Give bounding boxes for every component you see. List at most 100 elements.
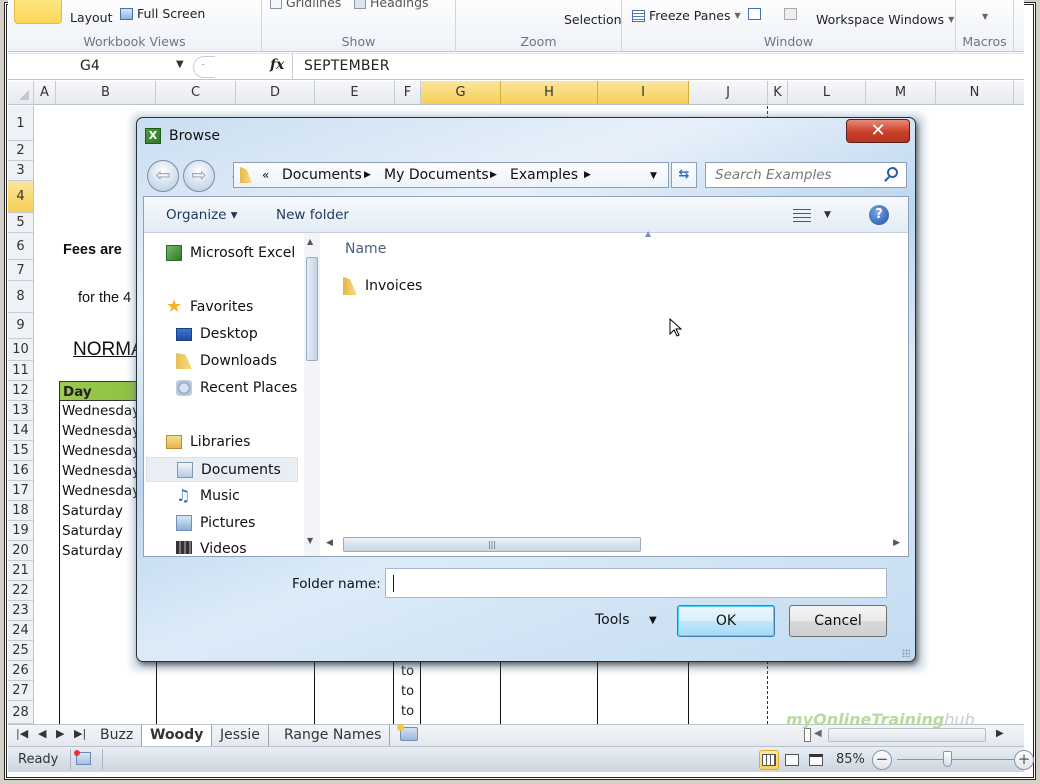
- column-header-b[interactable]: B: [56, 81, 156, 104]
- resize-grip[interactable]: [902, 649, 910, 657]
- normal-view-button[interactable]: [14, 0, 62, 24]
- address-bar[interactable]: « Documents ▶ My Documents ▶ Examples ▶ …: [233, 162, 669, 188]
- row-header-15[interactable]: 15: [8, 441, 34, 461]
- column-header-h[interactable]: H: [501, 81, 598, 104]
- row-header-23[interactable]: 23: [8, 601, 34, 621]
- row-header-3[interactable]: 3: [8, 161, 34, 181]
- scrollbar-thumb[interactable]: [306, 257, 318, 361]
- select-all-button[interactable]: [8, 81, 34, 104]
- zoom-to-selection-button[interactable]: Selection: [564, 12, 622, 27]
- sheet-tab-range-names[interactable]: Range Names: [276, 725, 391, 746]
- name-box-dropdown-icon[interactable]: ▼: [176, 59, 184, 70]
- row-header-26[interactable]: 26: [8, 661, 34, 681]
- scrollbar-thumb[interactable]: |||: [343, 537, 641, 552]
- full-screen-button[interactable]: Full Screen: [120, 6, 205, 21]
- tools-dropdown-icon[interactable]: ▼: [649, 615, 657, 626]
- folder-name-input[interactable]: [385, 568, 887, 598]
- zoom-in-button[interactable]: +: [1014, 750, 1034, 770]
- row-header-7[interactable]: 7: [8, 260, 34, 281]
- row-header-28[interactable]: 28: [8, 701, 34, 724]
- column-header-d[interactable]: D: [236, 81, 315, 104]
- breadcrumb-arrow-icon[interactable]: ▶: [364, 170, 371, 180]
- column-header-m[interactable]: M: [866, 81, 936, 104]
- forward-button[interactable]: ⇨: [183, 160, 215, 192]
- nav-item-documents[interactable]: Documents: [146, 457, 298, 482]
- macro-record-icon[interactable]: [74, 750, 91, 765]
- column-header-l[interactable]: L: [788, 81, 866, 104]
- macros-button[interactable]: ▼: [982, 12, 988, 21]
- tools-button[interactable]: Tools: [595, 612, 630, 628]
- day-cell[interactable]: Wednesday: [62, 483, 140, 499]
- scroll-right-icon[interactable]: ▶: [996, 728, 1004, 739]
- file-row[interactable]: Invoices: [343, 277, 422, 295]
- zoom-level[interactable]: 85%: [836, 752, 865, 767]
- last-sheet-icon[interactable]: ▶|: [74, 727, 86, 740]
- organize-button[interactable]: Organize ▾: [166, 207, 238, 223]
- to-cell[interactable]: to: [401, 684, 414, 699]
- row-header-8[interactable]: 8: [8, 281, 34, 313]
- next-sheet-icon[interactable]: ▶: [56, 727, 64, 740]
- nav-item-desktop[interactable]: Desktop: [176, 326, 258, 342]
- column-header-n[interactable]: N: [936, 81, 1014, 104]
- row-header-2[interactable]: 2: [8, 141, 34, 161]
- row-header-10[interactable]: 10: [8, 339, 34, 361]
- nav-item-recent-places[interactable]: Recent Places: [176, 380, 297, 396]
- page-break-preview-icon[interactable]: [806, 750, 826, 770]
- day-cell[interactable]: Wednesday: [62, 443, 140, 459]
- insert-function-icon[interactable]: fx: [270, 57, 284, 73]
- insert-sheet-icon[interactable]: [397, 724, 418, 741]
- name-box[interactable]: G4: [8, 56, 188, 78]
- view-options-dropdown-icon[interactable]: ▼: [824, 210, 831, 220]
- nav-item-music[interactable]: ♫ Music: [176, 488, 240, 505]
- normal-view-icon[interactable]: [759, 750, 779, 770]
- scroll-up-icon[interactable]: ▲: [307, 237, 313, 246]
- formula-bar-expand-handle[interactable]: ⁃: [193, 56, 215, 78]
- row-header-11[interactable]: 11: [8, 361, 34, 381]
- day-cell[interactable]: Wednesday: [62, 463, 140, 479]
- nav-pane-scrollbar[interactable]: ▲ ▼: [304, 233, 320, 556]
- nav-item-downloads[interactable]: Downloads: [176, 353, 277, 369]
- column-header-f[interactable]: F: [395, 81, 421, 104]
- column-header-a[interactable]: A: [34, 81, 56, 104]
- day-cell[interactable]: Wednesday: [62, 423, 140, 439]
- prev-sheet-icon[interactable]: ◀: [38, 727, 46, 740]
- row-header-21[interactable]: 21: [8, 561, 34, 581]
- column-header-j[interactable]: J: [689, 81, 768, 104]
- cell-b8[interactable]: for the 4: [78, 290, 131, 306]
- row-header-22[interactable]: 22: [8, 581, 34, 601]
- row-header-18[interactable]: 18: [8, 501, 34, 521]
- first-sheet-icon[interactable]: |◀: [16, 727, 28, 740]
- file-list-scrollbar[interactable]: ◀ ||| ▶: [321, 536, 908, 554]
- breadcrumb-documents[interactable]: Documents: [282, 167, 362, 183]
- help-icon[interactable]: ?: [869, 205, 889, 225]
- sheet-tab-jessie[interactable]: Jessie: [212, 725, 269, 746]
- row-header-16[interactable]: 16: [8, 461, 34, 481]
- hide-window-button[interactable]: [748, 8, 761, 20]
- new-folder-button[interactable]: New folder: [276, 207, 349, 223]
- row-header-24[interactable]: 24: [8, 621, 34, 641]
- breadcrumb-overflow[interactable]: «: [262, 168, 269, 182]
- row-header-1[interactable]: 1: [8, 106, 34, 141]
- cancel-button[interactable]: Cancel: [789, 605, 887, 637]
- row-header-14[interactable]: 14: [8, 421, 34, 441]
- zoom-slider-thumb[interactable]: [943, 751, 953, 767]
- breadcrumb-arrow-icon[interactable]: ▶: [490, 170, 497, 180]
- page-layout-button[interactable]: Layout: [70, 10, 113, 25]
- zoom-out-button[interactable]: −: [872, 750, 892, 770]
- scroll-left-icon[interactable]: ◀: [326, 538, 333, 548]
- day-cell[interactable]: Saturday: [62, 543, 123, 559]
- nav-item-libraries[interactable]: Libraries: [166, 434, 250, 450]
- row-header-25[interactable]: 25: [8, 641, 34, 661]
- ok-button[interactable]: OK: [677, 605, 775, 637]
- nav-item-favorites[interactable]: ★ Favorites: [166, 298, 253, 316]
- row-header-17[interactable]: 17: [8, 481, 34, 501]
- cell-b6[interactable]: Fees are: [63, 242, 122, 258]
- breadcrumb-examples[interactable]: Examples: [510, 167, 578, 183]
- formula-input[interactable]: SEPTEMBER: [304, 58, 390, 74]
- close-button[interactable]: ✕: [846, 119, 910, 143]
- nav-item-microsoft-excel[interactable]: Microsoft Excel: [166, 245, 295, 261]
- nav-item-pictures[interactable]: Pictures: [176, 515, 255, 531]
- page-layout-view-icon[interactable]: [782, 750, 802, 770]
- sheet-tab-buzz[interactable]: Buzz: [92, 725, 143, 746]
- day-column-header[interactable]: Day: [59, 381, 139, 401]
